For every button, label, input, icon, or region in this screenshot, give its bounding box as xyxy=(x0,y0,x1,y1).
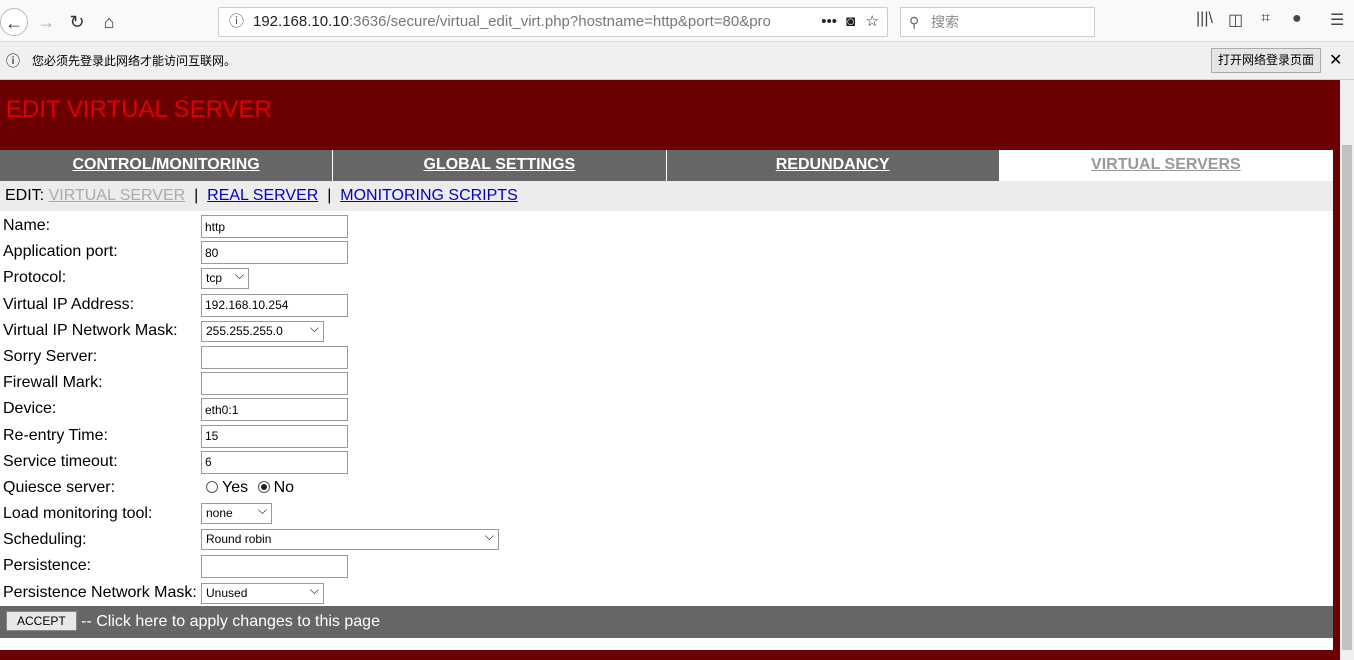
device-input[interactable] xyxy=(201,398,348,422)
search-icon: ⚲ xyxy=(909,14,920,30)
subnav-monitoring-scripts[interactable]: MONITORING SCRIPTS xyxy=(340,187,518,204)
virtual-ip-input[interactable] xyxy=(201,293,348,317)
quiesce-no-radio[interactable] xyxy=(257,480,270,493)
subnav-real-server[interactable]: REAL SERVER xyxy=(207,187,318,204)
persistence-input[interactable] xyxy=(201,555,348,579)
accept-bar: ACCEPT -- Click here to apply changes to… xyxy=(0,606,1333,638)
accept-button[interactable]: ACCEPT xyxy=(6,611,77,631)
library-icon[interactable]: |||\ xyxy=(1196,10,1213,28)
sorry-server-input[interactable] xyxy=(201,345,348,369)
pocket-icon[interactable]: ◙ xyxy=(846,8,855,36)
scrollbar[interactable] xyxy=(1340,80,1354,660)
service-timeout-input[interactable] xyxy=(201,450,348,474)
page: EDIT VIRTUAL SERVER CONTROL/MONITORING G… xyxy=(0,80,1338,660)
url-bar[interactable]: ⓘ 192.168.10.10:3636/secure/virtual_edit… xyxy=(218,7,888,37)
search-input[interactable]: ⚲ 搜索 xyxy=(900,7,1095,37)
menu-icon[interactable]: ☰ xyxy=(1330,10,1344,30)
row-loadmon: Load monitoring tool: none xyxy=(0,501,1333,527)
reentry-time-input[interactable] xyxy=(201,424,348,448)
forward-button[interactable]: → xyxy=(32,8,60,36)
close-icon[interactable]: ✕ xyxy=(1329,42,1342,80)
name-input[interactable] xyxy=(201,215,348,238)
subnav: EDIT: VIRTUAL SERVER | REAL SERVER | MON… xyxy=(0,181,1333,211)
page-title: EDIT VIRTUAL SERVER xyxy=(6,96,272,123)
row-vmask: Virtual IP Network Mask: 255.255.255.0 xyxy=(0,318,1333,344)
load-monitoring-select[interactable]: none xyxy=(201,501,272,525)
row-vip: Virtual IP Address: xyxy=(0,292,1333,318)
row-pmask: Persistence Network Mask: Unused xyxy=(0,580,1333,606)
row-device: Device: xyxy=(0,396,1333,422)
tab-redundancy[interactable]: REDUNDANCY xyxy=(666,150,1000,181)
row-sorry: Sorry Server: xyxy=(0,344,1333,370)
scheduling-select[interactable]: Round robin xyxy=(201,527,499,551)
protocol-select[interactable]: tcp xyxy=(201,266,249,290)
reload-button[interactable]: ↻ xyxy=(63,8,91,36)
tab-control-monitoring[interactable]: CONTROL/MONITORING xyxy=(0,150,334,181)
content: EDIT: VIRTUAL SERVER | REAL SERVER | MON… xyxy=(0,181,1333,650)
bookmark-star-icon[interactable]: ☆ xyxy=(866,8,879,36)
info-icon[interactable]: ⓘ xyxy=(229,8,244,36)
row-fwmark: Firewall Mark: xyxy=(0,370,1333,396)
home-button[interactable]: ⌂ xyxy=(95,8,123,36)
tab-virtual-servers[interactable]: VIRTUAL SERVERS xyxy=(999,150,1333,181)
row-port: Application port: xyxy=(0,239,1333,265)
row-reentry: Re-entry Time: xyxy=(0,423,1333,449)
help-icon: ⓘ xyxy=(6,53,20,69)
firewall-mark-input[interactable] xyxy=(201,372,348,396)
virtual-mask-select[interactable]: 255.255.255.0 xyxy=(201,319,324,342)
subnav-virtual-server[interactable]: VIRTUAL SERVER xyxy=(49,187,186,204)
open-login-page-button[interactable]: 打开网络登录页面 xyxy=(1211,48,1322,73)
row-quiesce: Quiesce server: Yes No xyxy=(3,478,295,496)
page-actions-icon[interactable]: ••• xyxy=(815,8,837,36)
sidebar-icon[interactable]: ◫ xyxy=(1228,10,1243,30)
back-button[interactable]: ← xyxy=(0,8,28,36)
tab-global-settings[interactable]: GLOBAL SETTINGS xyxy=(333,150,667,181)
quiesce-yes-radio[interactable] xyxy=(206,480,218,493)
row-name: Name: xyxy=(0,213,1333,239)
port-input[interactable] xyxy=(201,241,348,265)
persistence-mask-select[interactable]: Unused xyxy=(201,581,324,604)
row-sched: Scheduling: Round robin xyxy=(0,527,1333,553)
row-timeout: Service timeout: xyxy=(0,449,1333,475)
chat-icon[interactable]: ● xyxy=(1292,10,1302,28)
captive-portal-notification: ⓘ 您必须先登录此网络才能访问互联网。 打开网络登录页面 ✕ xyxy=(0,42,1354,80)
row-persist: Persistence: xyxy=(0,553,1333,579)
row-protocol: Protocol: tcp xyxy=(0,265,1333,291)
main-tabs: CONTROL/MONITORING GLOBAL SETTINGS REDUN… xyxy=(0,150,1333,181)
screenshot-icon[interactable]: ⌗ xyxy=(1261,10,1270,28)
scrollbar-thumb[interactable] xyxy=(1342,145,1352,650)
browser-toolbar: ← → ↻ ⌂ ⓘ 192.168.10.10:3636/secure/virt… xyxy=(0,0,1354,42)
